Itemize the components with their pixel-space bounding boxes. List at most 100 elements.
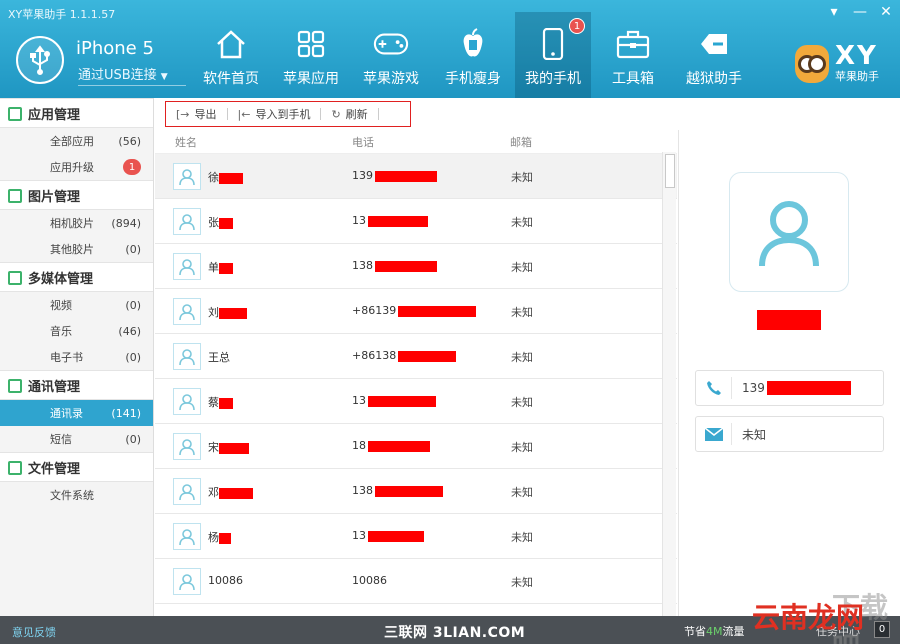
- redaction-mark: [219, 487, 253, 499]
- table-row[interactable]: 10086 10086 未知: [155, 559, 677, 604]
- nav-home[interactable]: 软件首页: [202, 26, 260, 98]
- sidebar-item-all-apps[interactable]: 全部应用 (56): [0, 128, 153, 154]
- traffic-saved: 节省4M流量: [684, 623, 745, 639]
- table-row[interactable]: 宋 18 未知: [155, 424, 677, 469]
- contact-name: 10086: [208, 574, 243, 587]
- site-watermark-logo: 下载吧 云南龙网: [752, 588, 900, 644]
- contact-avatar-icon: [173, 433, 201, 460]
- nav-apple-apps[interactable]: 苹果应用: [282, 26, 340, 98]
- jailbreak-icon: [696, 26, 732, 62]
- table-row[interactable]: 刘 +86139 未知: [155, 289, 677, 334]
- table-row[interactable]: 张 13 未知: [155, 199, 677, 244]
- nav-my-phone[interactable]: 我的手机 1: [515, 12, 591, 98]
- grid-icon: [293, 26, 329, 62]
- sidebar-item-label: 全部应用: [50, 135, 94, 148]
- contact-email: 未知: [511, 576, 533, 589]
- item-count: (56): [118, 134, 141, 148]
- sidebar-section-picture-management[interactable]: 图片管理: [0, 180, 153, 210]
- export-button[interactable]: [→ 导出: [166, 102, 227, 126]
- item-count: (894): [111, 216, 141, 230]
- sidebar-item-camera-roll[interactable]: 相机胶片 (894): [0, 210, 153, 236]
- contact-avatar-icon: [173, 523, 201, 550]
- sidebar-item-label: 通讯录: [50, 407, 83, 420]
- traffic-saved-suffix: 流量: [722, 625, 745, 638]
- sidebar-item-video[interactable]: 视频 (0): [0, 292, 153, 318]
- sidebar-item-contacts[interactable]: 通讯录 (141): [0, 400, 153, 426]
- redaction-mark: [368, 215, 428, 227]
- section-title: 多媒体管理: [28, 271, 94, 287]
- redaction-mark: [368, 395, 436, 407]
- sidebar-item-file-system[interactable]: 文件系统: [0, 482, 153, 508]
- apple-slim-icon: [455, 26, 491, 62]
- chat-icon: [8, 379, 22, 393]
- sidebar-item-label: 音乐: [50, 325, 72, 338]
- redaction-mark: [375, 170, 437, 182]
- apps-icon: [8, 107, 22, 121]
- contact-email: 未知: [511, 261, 533, 274]
- contact-email-value: 未知: [742, 427, 767, 442]
- section-title: 应用管理: [28, 107, 81, 123]
- contact-phone-value: 139: [742, 380, 765, 395]
- import-to-phone-button[interactable]: |← 导入到手机: [228, 102, 321, 126]
- table-row[interactable]: 单 138 未知: [155, 244, 677, 289]
- sidebar-item-app-upgrade[interactable]: 应用升级 1: [0, 154, 153, 180]
- email-icon: [696, 423, 732, 445]
- contact-email: 未知: [511, 351, 533, 364]
- table-row[interactable]: 徐 139 未知: [155, 154, 677, 199]
- nav-jailbreak[interactable]: 越狱助手: [685, 26, 743, 98]
- contact-email-field[interactable]: 未知: [695, 416, 884, 452]
- column-header-phone[interactable]: 电话: [352, 134, 374, 150]
- connection-label: 通过USB连接: [78, 68, 157, 83]
- column-header-email[interactable]: 邮箱: [510, 134, 532, 150]
- contact-phone: +86138: [352, 349, 457, 362]
- feedback-link[interactable]: 意见反馈: [12, 624, 56, 640]
- sidebar-section-file-management[interactable]: 文件管理: [0, 452, 153, 482]
- redaction-mark: [219, 262, 233, 274]
- sidebar-item-other-photos[interactable]: 其他胶片 (0): [0, 236, 153, 262]
- contact-name: 杨: [208, 529, 231, 545]
- connection-selector[interactable]: 通过USB连接 ▼: [78, 64, 186, 86]
- redaction-mark: [368, 440, 430, 452]
- minimize-icon[interactable]: —: [852, 4, 868, 20]
- contact-phone: 18: [352, 439, 430, 452]
- sidebar-item-label: 相机胶片: [50, 217, 94, 230]
- column-header-name[interactable]: 姓名: [175, 134, 197, 150]
- nav-apple-games[interactable]: 苹果游戏: [362, 26, 420, 98]
- contact-name: 张: [208, 214, 233, 230]
- traffic-saved-amount: 4M: [706, 625, 723, 638]
- nav-toolbox[interactable]: 工具箱: [610, 26, 656, 98]
- nav-apple-games-label: 苹果游戏: [363, 71, 419, 87]
- refresh-button[interactable]: ↻ 刷新: [321, 102, 377, 126]
- sidebar-item-sms[interactable]: 短信 (0): [0, 426, 153, 452]
- notification-badge: 1: [569, 18, 585, 34]
- sidebar-item-music[interactable]: 音乐 (46): [0, 318, 153, 344]
- item-count: (0): [125, 350, 141, 364]
- brand-name: XY: [835, 41, 878, 71]
- scroll-thumb[interactable]: [665, 154, 675, 188]
- item-count: (141): [111, 406, 141, 420]
- nav-phone-slim[interactable]: 手机瘦身: [444, 26, 502, 98]
- table-row[interactable]: 蔡 13 未知: [155, 379, 677, 424]
- picture-icon: [8, 189, 22, 203]
- export-label: 导出: [194, 108, 217, 121]
- table-row[interactable]: 杨 13 未知: [155, 514, 677, 559]
- close-icon[interactable]: ✕: [878, 4, 894, 20]
- contact-email: 未知: [511, 396, 533, 409]
- table-row[interactable]: 王总 +86138 未知: [155, 334, 677, 379]
- contact-phone-field[interactable]: 139: [695, 370, 884, 406]
- contacts-toolbar: [→ 导出 |← 导入到手机 ↻ 刷新: [165, 101, 411, 127]
- sidebar-section-communication-management[interactable]: 通讯管理: [0, 370, 153, 400]
- sidebar-section-media-management[interactable]: 多媒体管理: [0, 262, 153, 292]
- refresh-label: 刷新: [345, 108, 368, 121]
- redaction-mark: [219, 217, 233, 229]
- sidebar-section-app-management[interactable]: 应用管理: [0, 98, 153, 128]
- table-row[interactable]: 邓 138 未知: [155, 469, 677, 514]
- scrollbar[interactable]: [662, 152, 676, 616]
- menu-dropdown-icon[interactable]: ▾: [826, 4, 842, 20]
- nav-apple-apps-label: 苹果应用: [283, 71, 339, 87]
- owl-mascot-icon: [795, 45, 829, 83]
- contact-name: 徐: [208, 169, 243, 185]
- table-body: 徐 139 未知张 13 未知单 138 未知刘 +86139 未知 王总 +86138 未知蔡 13 未…: [155, 154, 677, 604]
- phone-call-icon: [696, 377, 732, 399]
- sidebar-item-ebook[interactable]: 电子书 (0): [0, 344, 153, 370]
